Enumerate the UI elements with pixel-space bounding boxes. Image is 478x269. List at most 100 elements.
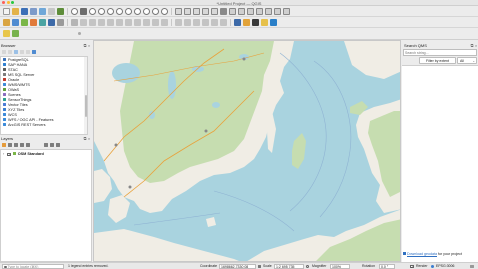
add-virtual-layer-icon[interactable] [57,19,64,26]
new-print-layout-icon[interactable] [39,8,46,15]
remove-layer-icon[interactable] [56,143,60,147]
browser-item[interactable]: Scenes [3,93,21,97]
add-delimited-text-icon[interactable] [30,19,37,26]
browser-item[interactable]: SAP HANA [3,63,27,67]
scale-field[interactable]: 1:2 695 735 [274,264,304,269]
collapse-all-layers-icon[interactable] [50,143,54,147]
zoom-full-icon[interactable] [125,8,132,15]
layer-row[interactable]: › ✓ OSM Standard [3,152,89,157]
browser-item[interactable]: SensorThings [3,98,31,102]
rotation-field[interactable]: 0,0 ° [379,264,395,269]
close-panel-icon[interactable]: × [87,44,91,48]
plugin-icon[interactable] [243,19,250,26]
new-map-view-icon[interactable] [175,8,182,15]
browser-item[interactable]: XYZ Tiles [3,108,24,112]
zoom-rubberband-icon[interactable] [107,8,114,15]
browser-item[interactable]: STAC [3,68,18,72]
download-geodata-link[interactable]: Download geodata [407,252,437,256]
zoom-selection-icon[interactable] [134,8,141,15]
digitize-icon[interactable] [98,19,105,26]
filter-by-expression-icon[interactable] [26,143,30,147]
copy-features-icon[interactable] [134,19,141,26]
zoom-native-icon[interactable] [116,8,123,15]
browser-scroll-thumb[interactable] [84,95,87,117]
label-toolbar-icon[interactable] [175,19,182,26]
open-layer-styling-icon[interactable] [2,143,6,147]
enable-properties-icon[interactable] [26,50,30,54]
paste-features-icon[interactable] [143,19,150,26]
browser-item[interactable]: ArcGIS REST Servers [3,123,46,127]
pin-labels-icon[interactable] [184,19,191,26]
redo-icon[interactable] [161,19,168,26]
crs-icon[interactable] [431,264,434,268]
show-hide-labels-icon[interactable] [193,19,200,26]
add-spatialite-icon[interactable] [39,19,46,26]
data-source-manager-icon[interactable] [3,19,10,26]
refresh-icon[interactable] [211,8,218,15]
messages-icon[interactable] [470,264,474,268]
measure-icon[interactable] [274,8,281,15]
search-input[interactable] [403,49,477,56]
refresh-browser-icon[interactable] [8,50,12,54]
pan-to-selection-icon[interactable] [80,8,87,15]
heatmap-icon[interactable] [3,30,10,37]
map-canvas[interactable] [93,40,401,262]
metasearch-icon[interactable] [270,19,277,26]
coordinate-field[interactable]: 1698662,7330 08 [219,264,256,269]
save-as-icon[interactable] [30,8,37,15]
add-raster-layer-icon[interactable] [21,19,28,26]
identify-icon[interactable] [229,8,236,15]
add-group-icon[interactable] [8,143,12,147]
new-bookmark-icon[interactable] [193,8,200,15]
lock-scale-icon[interactable] [258,264,261,268]
undo-icon[interactable] [152,19,159,26]
save-edits-icon[interactable] [89,19,96,26]
zoom-layer-icon[interactable] [143,8,150,15]
rotate-label-icon[interactable] [211,19,218,26]
toggle-editing-icon[interactable] [80,19,87,26]
collapse-all-icon[interactable] [20,50,24,54]
zoom-out-icon[interactable] [98,8,105,15]
browser-item[interactable]: WFS / OGC API - Features [3,118,54,122]
georeferencer-icon[interactable] [12,30,19,37]
close-panel-icon[interactable]: × [474,44,478,48]
render-checkbox[interactable]: ✓ [410,264,414,268]
zoom-next-icon[interactable] [161,8,168,15]
attribute-table-icon[interactable] [247,8,254,15]
browser-item[interactable]: PostgreSQL [3,58,29,62]
temporal-controller-icon[interactable] [220,8,227,15]
statistical-summary-icon[interactable] [265,8,272,15]
delete-selected-icon[interactable] [116,19,123,26]
new-3d-map-view-icon[interactable] [184,8,191,15]
filter-select[interactable]: All ⌄ [457,57,477,64]
browser-item[interactable]: WCS [3,113,17,117]
manage-map-themes-icon[interactable] [14,143,18,147]
browser-item[interactable]: WMS/WMTS [3,83,30,87]
change-label-icon[interactable] [220,19,227,26]
locator-input[interactable]: Type to locate (⌘K) [2,264,64,269]
help-icon[interactable] [32,50,36,54]
select-features-icon[interactable] [238,8,245,15]
vertex-tool-icon[interactable] [107,19,114,26]
zoom-in-icon[interactable] [89,8,96,15]
browser-item[interactable]: OWaS [3,88,19,92]
processing-toolbox-icon[interactable] [261,19,268,26]
add-vector-layer-icon[interactable] [12,19,19,26]
filter-legend-icon[interactable] [20,143,24,147]
current-edits-icon[interactable] [71,19,78,26]
browser-item[interactable]: MS SQL Server [3,73,34,77]
layer-visibility-checkbox[interactable]: ✓ [7,152,11,156]
style-manager-icon[interactable] [57,8,64,15]
expand-arrow-icon[interactable]: › [3,152,6,157]
add-selected-layers-icon[interactable] [2,50,6,54]
show-bookmarks-icon[interactable] [202,8,209,15]
map-tips-icon[interactable] [283,8,290,15]
cut-features-icon[interactable] [125,19,132,26]
zoom-last-icon[interactable] [152,8,159,15]
move-label-icon[interactable] [202,19,209,26]
add-postgis-icon[interactable] [48,19,55,26]
field-calculator-icon[interactable] [256,8,263,15]
open-project-icon[interactable] [12,8,19,15]
close-panel-icon[interactable]: × [87,137,91,141]
browser-item[interactable]: Vector Tiles [3,103,28,107]
